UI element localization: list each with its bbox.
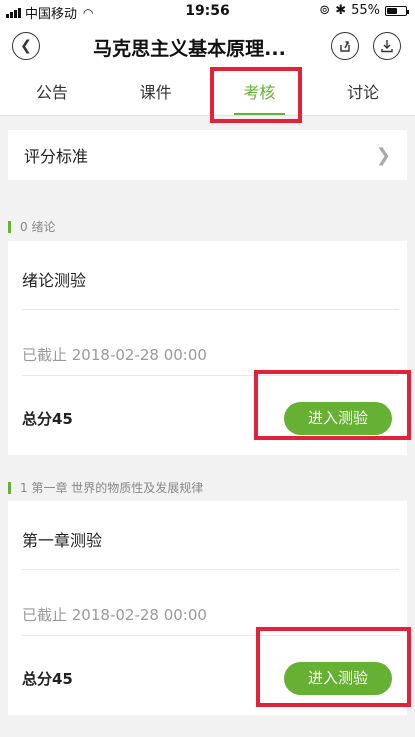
quiz-total-score: 总分45 — [22, 410, 73, 428]
button-highlight-annotation — [254, 370, 411, 440]
download-icon — [381, 40, 393, 53]
nav-bar: ❮ 马克思主义基本原理... — [0, 22, 415, 72]
section-header-label: 1 第一章 世界的物质性及发展规律 — [20, 481, 204, 495]
page-title: 马克思主义基本原理... — [93, 38, 286, 60]
divider — [22, 309, 399, 310]
back-button[interactable]: ❮ — [12, 32, 40, 60]
chevron-left-icon: ❮ — [20, 38, 32, 54]
status-right: ⊚ ✱ 55% — [319, 3, 409, 18]
section-header: 0 绪论 — [8, 218, 55, 235]
section-header-label: 0 绪论 — [20, 220, 56, 234]
divider — [22, 569, 399, 570]
chevron-right-icon: ❯ — [375, 144, 391, 166]
button-highlight-annotation — [256, 627, 411, 707]
orientation-lock-icon: ⊚ — [319, 3, 331, 18]
section-accent-bar — [8, 220, 11, 233]
tab-discussion[interactable]: 讨论 — [311, 72, 415, 115]
quiz-deadline: 已截止 2018-02-28 00:00 — [22, 346, 207, 364]
bluetooth-icon: ✱ — [335, 3, 347, 18]
quiz-title: 绪论测验 — [22, 271, 87, 290]
tab-highlight-annotation — [210, 67, 302, 123]
quiz-total-score: 总分45 — [22, 670, 73, 688]
battery-percent: 55% — [351, 3, 380, 18]
tab-announcements[interactable]: 公告 — [0, 72, 104, 115]
scoring-criteria-label: 评分标准 — [24, 147, 89, 166]
download-button[interactable] — [373, 32, 401, 60]
status-bar: 中国移动 ◠ 19:56 ⊚ ✱ 55% — [0, 0, 415, 22]
battery-icon — [385, 5, 409, 16]
scoring-criteria-row[interactable]: 评分标准 ❯ — [8, 130, 407, 180]
quiz-deadline: 已截止 2018-02-28 00:00 — [22, 606, 207, 624]
tab-courseware[interactable]: 课件 — [104, 72, 208, 115]
share-button[interactable] — [331, 32, 359, 60]
section-accent-bar — [8, 481, 11, 494]
section-header: 1 第一章 世界的物质性及发展规律 — [8, 479, 203, 496]
share-icon — [340, 41, 350, 52]
tab-bar: 公告 课件 考核 讨论 — [0, 72, 415, 116]
quiz-title: 第一章测验 — [22, 531, 103, 550]
